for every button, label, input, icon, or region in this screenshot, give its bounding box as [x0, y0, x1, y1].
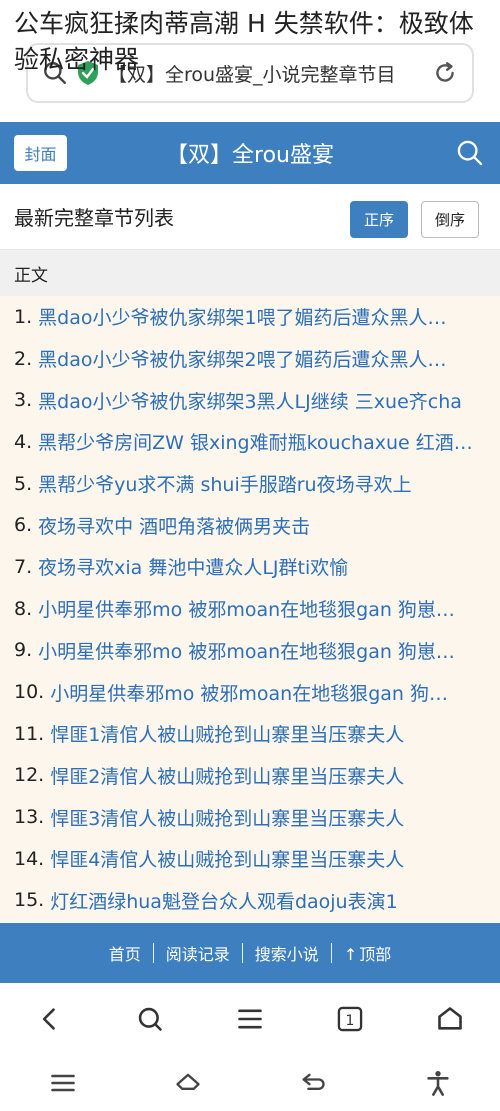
- divider: [152, 943, 154, 963]
- footer-nav: 首页 阅读记录 搜索小说 ↑ 顶部: [0, 923, 500, 983]
- overlay-title: 公车疯狂揉肉蒂高潮 H 失禁软件：极致体验私密神器: [14, 9, 474, 74]
- accessibility-icon[interactable]: [424, 1069, 452, 1097]
- chapter-number: 11.: [14, 722, 45, 745]
- divider: [241, 943, 243, 963]
- chapter-title-link[interactable]: 夜场寻欢xia 舞池中遭众人LJ群ti欢愉: [38, 553, 348, 580]
- chapter-item[interactable]: 2. 黑dao小少爷被仇家绑架2喂了媚药后遭众黑人…: [0, 338, 500, 380]
- chapter-number: 2.: [14, 347, 33, 370]
- chapter-item[interactable]: 1. 黑dao小少爷被仇家绑架1喂了媚药后遭众黑人…: [0, 296, 500, 338]
- chapter-list-header: 最新完整章节列表 正序 倒序: [0, 184, 500, 250]
- home-icon[interactable]: [174, 1069, 202, 1097]
- chapter-number: 7.: [14, 555, 33, 578]
- footer-history-link[interactable]: 阅读记录: [154, 941, 242, 965]
- chapter-title-link[interactable]: 悍匪3清倌人被山贼抢到山寨里当压寨夫人: [50, 804, 404, 831]
- chapter-item[interactable]: 12. 悍匪2清倌人被山贼抢到山寨里当压寨夫人: [0, 755, 500, 797]
- chapter-item[interactable]: 10. 小明星供奉邪mo 被邪moan在地毯狠gan 狗…: [0, 671, 500, 713]
- chapter-item[interactable]: 11. 悍匪1清倌人被山贼抢到山寨里当压寨夫人: [0, 713, 500, 755]
- section-label: 正文: [0, 250, 500, 296]
- chapter-title-link[interactable]: 悍匪2清倌人被山贼抢到山寨里当压寨夫人: [50, 762, 404, 789]
- chapter-number: 9.: [14, 639, 33, 662]
- chapter-number: 5.: [14, 472, 33, 495]
- chapter-number: 6.: [14, 514, 33, 537]
- back-icon[interactable]: [36, 1005, 64, 1033]
- back-icon[interactable]: [299, 1069, 327, 1097]
- chapter-number: 3.: [14, 389, 33, 412]
- chapter-title-link[interactable]: 黑帮少爷房间ZW 银xing难耐瓶kouchaxue 红酒…: [38, 428, 473, 455]
- chapter-item[interactable]: 5. 黑帮少爷yu求不满 shui手服踏ru夜场寻欢上: [0, 463, 500, 505]
- chapter-number: 8.: [14, 597, 33, 620]
- chapter-item[interactable]: 15. 灯红酒绿hua魁登台众人观看daoju表演1: [0, 880, 500, 922]
- search-icon[interactable]: [136, 1005, 164, 1033]
- chapter-item[interactable]: 9. 小明星供奉邪mo 被邪moan在地毯狠gan 狗崽…: [0, 630, 500, 672]
- system-nav-bar: [0, 1055, 500, 1111]
- chapter-title-link[interactable]: 小明星供奉邪mo 被邪moan在地毯狠gan 狗崽…: [38, 637, 455, 664]
- book-title: 【双】全rou盛宴: [166, 143, 334, 168]
- chapter-list-title: 最新完整章节列表: [14, 206, 174, 230]
- chapter-title-link[interactable]: 黑帮少爷yu求不满 shui手服踏ru夜场寻欢上: [38, 470, 411, 497]
- chapter-number: 13.: [14, 806, 45, 829]
- chapter-item[interactable]: 14. 悍匪4清倌人被山贼抢到山寨里当压寨夫人: [0, 838, 500, 880]
- chapter-title-link[interactable]: 小明星供奉邪mo 被邪moan在地毯狠gan 狗…: [50, 679, 448, 706]
- cover-button[interactable]: 封面: [14, 135, 67, 171]
- recents-icon[interactable]: [49, 1069, 77, 1097]
- sort-ascending-button[interactable]: 正序: [350, 201, 408, 238]
- chapter-number: 1.: [14, 305, 33, 328]
- search-icon[interactable]: [456, 139, 484, 167]
- chapter-title-link[interactable]: 灯红酒绿hua魁登台众人观看daoju表演1: [50, 887, 397, 914]
- browser-toolbar: 1: [0, 983, 500, 1055]
- chapter-title-link[interactable]: 悍匪4清倌人被山贼抢到山寨里当压寨夫人: [50, 845, 404, 872]
- site-header: 封面 【双】全rou盛宴: [0, 122, 500, 184]
- chapter-item[interactable]: 4. 黑帮少爷房间ZW 银xing难耐瓶kouchaxue 红酒…: [0, 421, 500, 463]
- footer-search-link[interactable]: 搜索小说: [243, 941, 331, 965]
- arrow-up-icon: ↑: [343, 945, 358, 964]
- tabs-icon[interactable]: 1: [336, 1005, 364, 1033]
- chapter-item[interactable]: 7. 夜场寻欢xia 舞池中遭众人LJ群ti欢愉: [0, 546, 500, 588]
- chapter-title-link[interactable]: 黑dao小少爷被仇家绑架1喂了媚药后遭众黑人…: [38, 303, 446, 330]
- footer-home-link[interactable]: 首页: [97, 941, 153, 965]
- home-icon[interactable]: [436, 1005, 464, 1033]
- divider: [330, 943, 332, 963]
- chapter-title-link[interactable]: 黑dao小少爷被仇家绑架3黑人LJ继续 三xue齐cha: [38, 387, 462, 414]
- chapter-title-link[interactable]: 黑dao小少爷被仇家绑架2喂了媚药后遭众黑人…: [38, 345, 446, 372]
- tab-count: 1: [346, 1013, 355, 1029]
- chapter-item[interactable]: 13. 悍匪3清倌人被山贼抢到山寨里当压寨夫人: [0, 796, 500, 838]
- chapter-number: 15.: [14, 889, 45, 912]
- chapter-number: 14.: [14, 847, 45, 870]
- menu-icon[interactable]: [236, 1005, 264, 1033]
- chapter-item[interactable]: 8. 小明星供奉邪mo 被邪moan在地毯狠gan 狗崽…: [0, 588, 500, 630]
- chapter-number: 12.: [14, 764, 45, 787]
- chapter-list: 1. 黑dao小少爷被仇家绑架1喂了媚药后遭众黑人… 2. 黑dao小少爷被仇家绑架2…: [0, 296, 500, 923]
- chapter-item[interactable]: 3. 黑dao小少爷被仇家绑架3黑人LJ继续 三xue齐cha: [0, 379, 500, 421]
- chapter-title-link[interactable]: 夜场寻欢中 酒吧角落被俩男夹击: [38, 512, 310, 539]
- chapter-title-link[interactable]: 小明星供奉邪mo 被邪moan在地毯狠gan 狗崽…: [38, 595, 455, 622]
- chapter-item[interactable]: 6. 夜场寻欢中 酒吧角落被俩男夹击: [0, 504, 500, 546]
- footer-top-link[interactable]: ↑ 顶部: [332, 941, 403, 965]
- chapter-number: 4.: [14, 430, 33, 453]
- chapter-number: 10.: [14, 681, 45, 704]
- sort-descending-button[interactable]: 倒序: [421, 201, 479, 238]
- chapter-title-link[interactable]: 悍匪1清倌人被山贼抢到山寨里当压寨夫人: [50, 720, 404, 747]
- footer-top-label: 顶部: [359, 945, 392, 964]
